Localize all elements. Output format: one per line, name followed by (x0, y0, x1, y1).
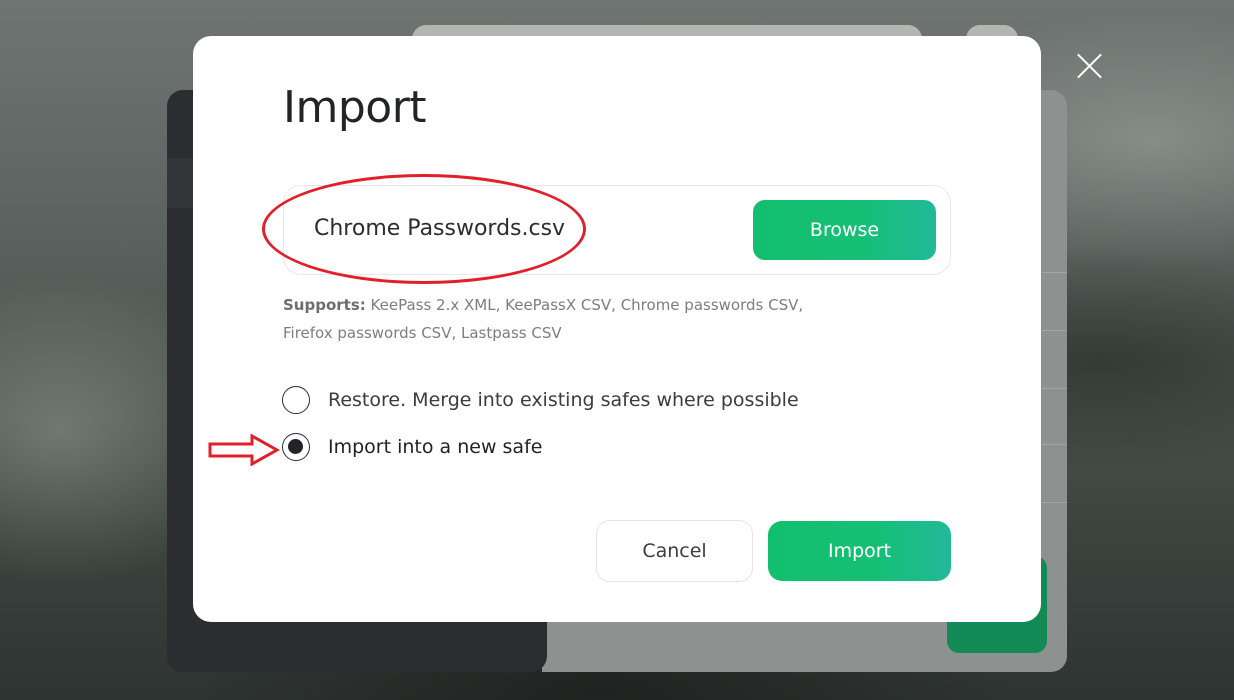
import-dialog: Import Chrome Passwords.csv Browse Suppo… (193, 36, 1041, 622)
annotation-ellipse (262, 174, 586, 284)
dialog-title: Import (283, 82, 427, 133)
import-button[interactable]: Import (768, 521, 951, 581)
close-icon[interactable] (1068, 48, 1108, 84)
option-restore[interactable]: Restore. Merge into existing safes where… (282, 385, 799, 415)
radio-new-safe[interactable] (282, 433, 310, 461)
radio-restore[interactable] (282, 386, 310, 414)
browse-button[interactable]: Browse (753, 200, 936, 260)
option-new-safe[interactable]: Import into a new safe (282, 432, 542, 462)
option-new-safe-label: Import into a new safe (328, 436, 543, 458)
file-picker: Chrome Passwords.csv Browse (262, 174, 951, 284)
option-restore-label: Restore. Merge into existing safes where… (328, 389, 799, 411)
supported-formats: Supports: KeePass 2.x XML, KeePassX CSV,… (283, 291, 843, 347)
annotation-arrow-icon (208, 434, 280, 466)
cancel-button[interactable]: Cancel (596, 520, 753, 582)
supports-label: Supports: (283, 296, 366, 314)
